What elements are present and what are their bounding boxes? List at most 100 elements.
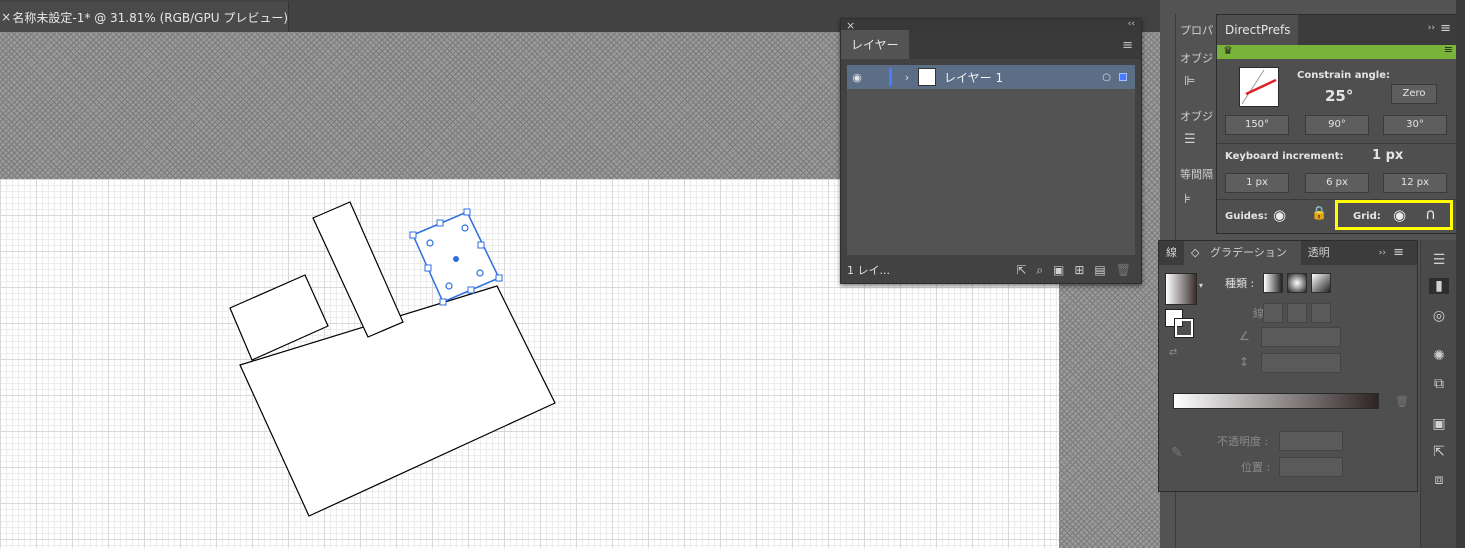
libraries-panel-icon[interactable]: ▣	[1429, 416, 1449, 432]
transparency-panel-icon[interactable]: ◎	[1429, 308, 1449, 324]
divider	[1217, 143, 1457, 144]
tab-directprefs[interactable]: DirectPrefs	[1217, 15, 1299, 45]
guides-lock-icon[interactable]: 🔒	[1311, 206, 1327, 221]
type-label: 種類 :	[1225, 277, 1255, 290]
zero-button[interactable]: Zero	[1391, 84, 1437, 104]
directprefs-titlebar[interactable]: DirectPrefs ›› ≡	[1217, 15, 1457, 45]
new-sublayer-icon[interactable]: ⊞	[1074, 263, 1094, 277]
layers-tabs: レイヤー ≡	[841, 30, 1141, 59]
keyboard-increment-label: Keyboard increment:	[1225, 151, 1344, 162]
layers-footer: 1 レイ... ⇱⌕▣⊞▤🗑	[841, 257, 1141, 283]
transform-panel-icon[interactable]: ⧉	[1429, 376, 1449, 392]
constrain-angle-label: Constrain angle:	[1297, 70, 1391, 81]
layer-row[interactable]: ◉ › レイヤー 1 ○	[847, 65, 1135, 89]
layer-count: 1 レイ...	[847, 264, 890, 277]
grid-snap-magnet-icon[interactable]: ∩	[1425, 205, 1436, 223]
stroke-across-button[interactable]	[1311, 303, 1331, 323]
stroke-within-button[interactable]	[1263, 303, 1283, 323]
delete-stop-icon[interactable]: 🗑	[1395, 395, 1409, 408]
properties-section-label: オブジ	[1180, 110, 1213, 123]
properties-tab[interactable]: プロパ	[1180, 22, 1213, 38]
layers-panel: × ‹‹ レイヤー ≡ ◉ › レイヤー 1 ○ 1 レイ... ⇱⌕▣⊞▤🗑	[840, 18, 1142, 284]
tab-gradient[interactable]: ◇ グラデーション	[1184, 241, 1301, 265]
layer-color-swatch	[889, 68, 892, 86]
selection-indicator[interactable]	[1119, 73, 1127, 81]
aspect-ratio-icon: ↕	[1239, 355, 1250, 369]
swatch-dropdown-icon[interactable]: ▾	[1199, 281, 1203, 290]
new-layer-icon[interactable]: ▤	[1094, 263, 1115, 277]
locate-object-icon[interactable]: ⌕	[1036, 263, 1053, 277]
tab-stroke[interactable]: 線	[1159, 241, 1184, 265]
linear-gradient-button[interactable]	[1263, 273, 1283, 293]
gradient-panel-icon[interactable]: ▮	[1429, 278, 1449, 294]
clipping-mask-icon[interactable]: ▣	[1053, 263, 1074, 277]
delete-icon[interactable]: 🗑	[1116, 263, 1141, 277]
angle-30-button[interactable]: 30°	[1383, 115, 1447, 135]
gradient-slider[interactable]	[1173, 393, 1379, 409]
angle-icon: ∠	[1239, 329, 1250, 343]
spacing-icon[interactable]: ⊧	[1184, 192, 1191, 207]
properties-section-label: 等間隔	[1180, 168, 1213, 181]
close-tab-icon[interactable]: ×	[0, 10, 12, 24]
export-panel-icon[interactable]: ⇱	[1429, 444, 1449, 460]
target-circle-icon[interactable]: ○	[1102, 72, 1111, 83]
expand-chevron-icon[interactable]: ›	[898, 71, 916, 84]
layers-list	[847, 65, 1135, 255]
stroke-panel-icon[interactable]: ☰	[1429, 252, 1449, 268]
directprefs-panel: DirectPrefs ›› ≡ ♛ ≡ Constrain angle: 25…	[1216, 14, 1458, 234]
stroke-swatch[interactable]	[1174, 318, 1194, 338]
keyboard-increment-value: 1 px	[1372, 148, 1404, 163]
distribute-icon[interactable]: ☰	[1184, 132, 1196, 147]
green-menu-icon[interactable]: ≡	[1444, 43, 1453, 56]
grid-label: Grid:	[1353, 211, 1381, 222]
guides-eye-icon[interactable]: ◉	[1273, 206, 1286, 224]
appearance-panel-icon[interactable]: ✺	[1429, 348, 1449, 364]
export-icon[interactable]: ⇱	[1016, 263, 1036, 277]
angle-150-button[interactable]: 150°	[1225, 115, 1289, 135]
window-edge	[1456, 0, 1465, 548]
document-title: 名称未設定-1* @ 31.81% (RGB/GPU プレビュー)	[12, 10, 288, 25]
visibility-eye-icon[interactable]: ◉	[847, 71, 867, 84]
pathfinder-panel-icon[interactable]: ⧈	[1429, 472, 1449, 488]
collapse-panel-icon[interactable]: ››	[1428, 23, 1435, 33]
angle-select[interactable]	[1261, 327, 1341, 347]
document-tab[interactable]: × 名称未設定-1* @ 31.81% (RGB/GPU プレビュー)	[0, 2, 289, 32]
stroke-along-button[interactable]	[1287, 303, 1307, 323]
radial-gradient-button[interactable]	[1287, 273, 1307, 293]
grid-eye-icon[interactable]: ◉	[1393, 206, 1406, 224]
layers-footer-icons: ⇱⌕▣⊞▤🗑	[1016, 263, 1141, 278]
location-select[interactable]	[1279, 457, 1343, 477]
panel-menu-icon[interactable]: ≡	[1122, 38, 1133, 53]
crown-icon: ♛	[1223, 44, 1233, 57]
increment-1px-button[interactable]: 1 px	[1225, 173, 1289, 193]
panel-menu-icon[interactable]: ≡	[1386, 241, 1411, 265]
layer-name[interactable]: レイヤー 1	[944, 69, 1003, 86]
opacity-label: 不透明度 :	[1217, 435, 1269, 448]
panel-menu-icon[interactable]: ≡	[1440, 21, 1451, 36]
gradient-swatch[interactable]	[1165, 273, 1197, 305]
tab-gradient-label: グラデーション	[1209, 246, 1287, 259]
align-left-icon[interactable]: ⊫	[1184, 74, 1195, 89]
swap-colors-icon[interactable]: ⇄	[1169, 347, 1177, 358]
opacity-select[interactable]	[1279, 431, 1343, 451]
freeform-gradient-button[interactable]	[1311, 273, 1331, 293]
tab-layers[interactable]: レイヤー	[841, 30, 909, 59]
panel-icon-toolbar: ☰ ▮ ◎ ✺ ⧉ ▣ ⇱ ⧈	[1420, 240, 1457, 548]
eyedropper-icon[interactable]: ✎	[1171, 445, 1183, 461]
tab-transparency[interactable]: 透明	[1301, 241, 1337, 265]
properties-section-label: オブジ	[1180, 52, 1213, 65]
increment-6px-button[interactable]: 6 px	[1305, 173, 1369, 193]
directprefs-header-bar: ♛ ≡	[1217, 43, 1457, 59]
collapse-panel-icon[interactable]: ‹‹	[1128, 19, 1135, 29]
gradient-panel: 線 ◇ グラデーション 透明 ›› ≡ ▾ ⇄ 種類 : 線 : ∠ ↕ 🗑 ✎…	[1158, 240, 1418, 492]
guides-label: Guides:	[1225, 211, 1268, 222]
layer-thumbnail	[918, 68, 936, 86]
angle-90-button[interactable]: 90°	[1305, 115, 1369, 135]
constrain-angle-value: 25°	[1325, 87, 1354, 105]
aspect-ratio-select[interactable]	[1261, 353, 1341, 373]
angle-preview	[1239, 67, 1279, 107]
tall-bar	[312, 201, 404, 338]
gradient-tabs: 線 ◇ グラデーション 透明 ›› ≡	[1159, 241, 1417, 265]
location-label: 位置 :	[1241, 461, 1271, 474]
increment-12px-button[interactable]: 12 px	[1383, 173, 1447, 193]
